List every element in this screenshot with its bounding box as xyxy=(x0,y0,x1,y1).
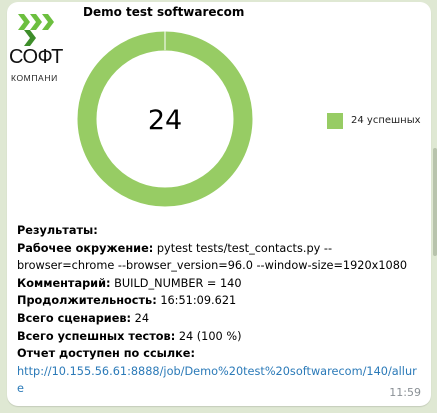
results-heading: Результаты: xyxy=(17,224,98,237)
report-text: Результаты: Рабочее окружение: pytest te… xyxy=(17,222,421,398)
env-label: Рабочее окружение: xyxy=(17,241,154,255)
comment-label: Комментарий: xyxy=(17,276,111,290)
duration-label: Продолжительность: xyxy=(17,294,157,308)
donut-chart: 24 xyxy=(77,31,253,207)
chart-center-label: 24 xyxy=(148,105,182,136)
legend-label-passed: 24 успешных xyxy=(351,115,421,126)
passed-label: Всего успешных тестов: xyxy=(17,329,176,343)
passed-value: 24 (100 %) xyxy=(178,329,242,343)
chat-scrollbar[interactable] xyxy=(433,148,437,256)
report-link[interactable]: http://10.155.56.61:8888/job/Demo%20test… xyxy=(17,365,417,396)
scenarios-label: Всего сценариев: xyxy=(17,311,132,325)
comment-value: BUILD_NUMBER = 140 xyxy=(114,276,242,290)
message-bubble: СОФТ КОМПАНИ Demo test softwarecom 24 24… xyxy=(7,2,431,406)
report-link-label: Отчет доступен по ссылке: xyxy=(17,347,195,361)
duration-value: 16:51:09.621 xyxy=(160,294,237,308)
legend-swatch-passed xyxy=(327,113,343,129)
message-timestamp: 11:59 xyxy=(389,386,421,399)
scenarios-value: 24 xyxy=(134,311,150,325)
